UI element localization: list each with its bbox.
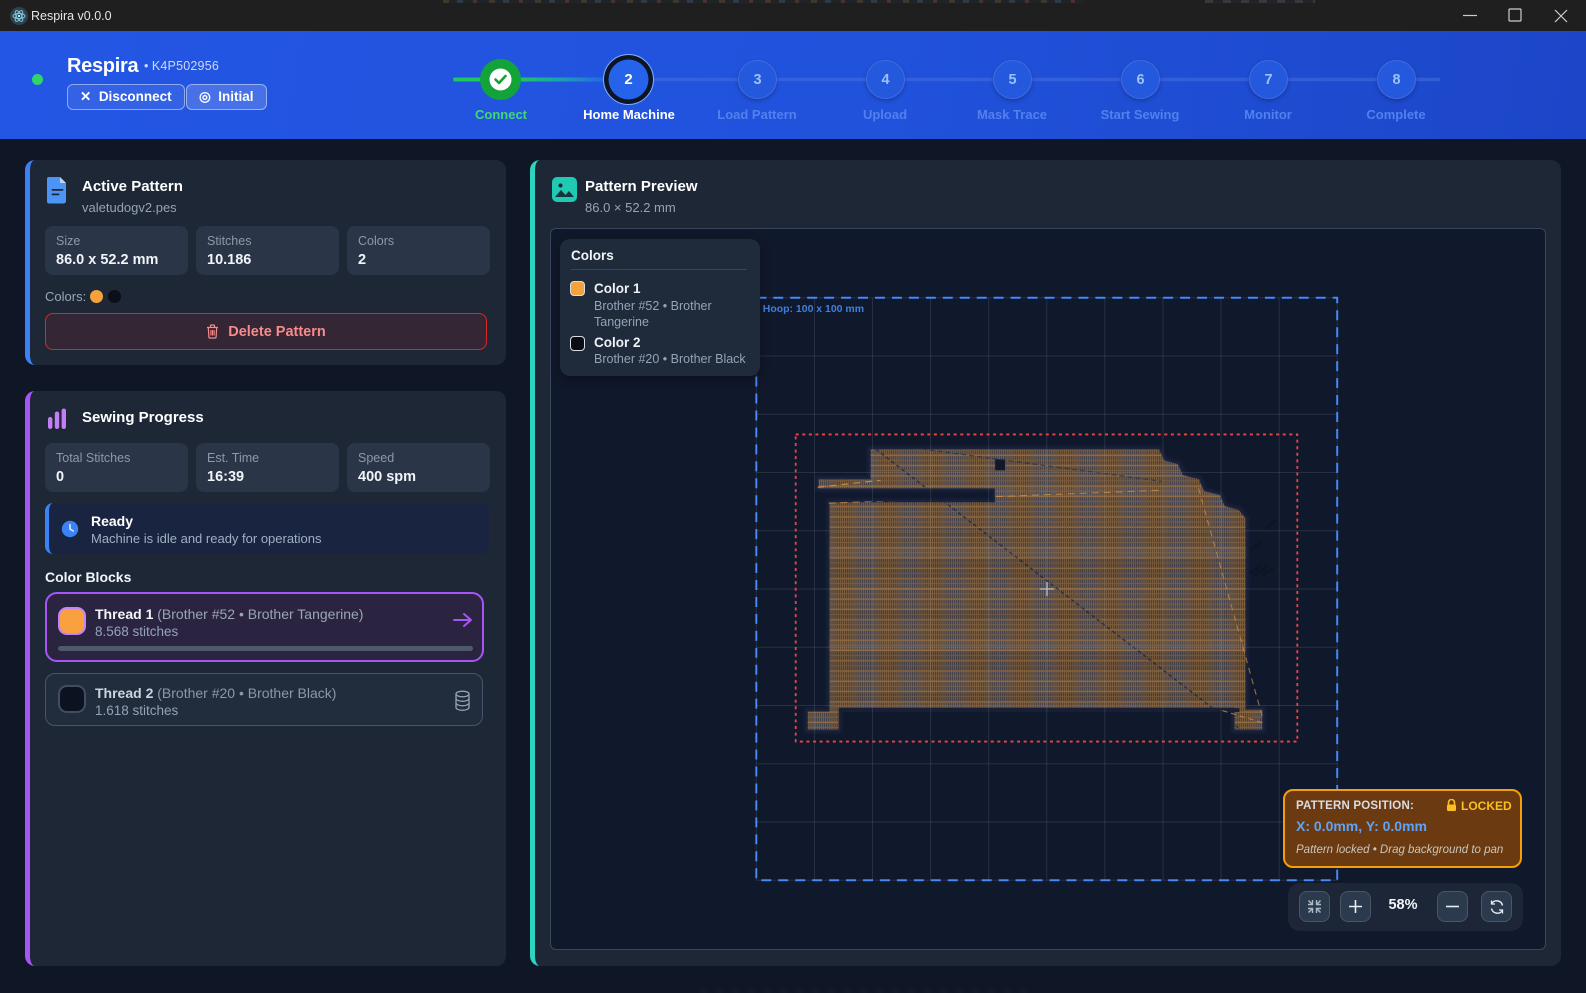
svg-text:Hoop: 100 x 100 mm: Hoop: 100 x 100 mm <box>763 304 864 315</box>
